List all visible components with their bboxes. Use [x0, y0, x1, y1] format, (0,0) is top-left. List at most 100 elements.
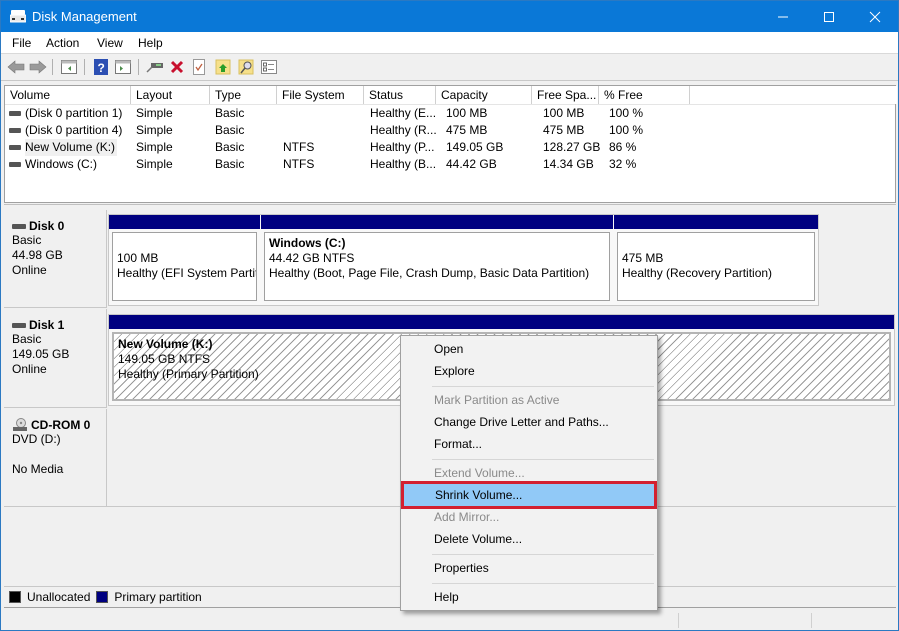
- close-button[interactable]: [852, 1, 898, 32]
- column-header-empty: [690, 86, 897, 104]
- partition-efi[interactable]: 100 MB Healthy (EFI System Partit: [109, 215, 260, 305]
- checklist-icon: [261, 60, 277, 74]
- cell-volume: (Disk 0 partition 1): [25, 106, 123, 120]
- delete-x-icon: [170, 60, 184, 74]
- column-header-percent-free[interactable]: % Free: [599, 86, 690, 104]
- column-header-capacity[interactable]: Capacity: [436, 86, 532, 104]
- partition-recovery[interactable]: 475 MB Healthy (Recovery Partition): [614, 215, 818, 305]
- cell-status: Healthy (R...: [370, 123, 437, 137]
- up-folder-button[interactable]: [213, 58, 233, 76]
- cell-type: Basic: [215, 106, 245, 120]
- menu-separator: [432, 386, 654, 387]
- partition-status: Healthy (EFI System Partit: [117, 266, 257, 280]
- cell-layout: Simple: [136, 140, 173, 154]
- cell-status: Healthy (E...: [370, 106, 437, 120]
- column-header-volume[interactable]: Volume: [5, 86, 131, 104]
- menu-action[interactable]: Action: [46, 36, 79, 50]
- forward-button[interactable]: [28, 58, 48, 76]
- status-bar-separator: [678, 613, 679, 628]
- menu-item-delete-volume[interactable]: Delete Volume...: [403, 528, 655, 550]
- maximize-button[interactable]: [806, 1, 852, 32]
- volume-icon: [9, 128, 21, 133]
- cell-volume: New Volume (K:): [25, 139, 118, 156]
- menu-separator: [432, 583, 654, 584]
- volume-row[interactable]: (Disk 0 partition 4) Simple Basic Health…: [5, 122, 895, 139]
- volume-row[interactable]: Windows (C:) Simple Basic NTFS Healthy (…: [5, 156, 895, 173]
- show-hide-console-tree-button[interactable]: [59, 58, 79, 76]
- column-header-free-space[interactable]: Free Spa...: [532, 86, 599, 104]
- title-bar: Disk Management: [1, 1, 898, 32]
- cdrom-drive: DVD (D:): [12, 432, 61, 446]
- menu-help[interactable]: Help: [138, 36, 163, 50]
- primary-partition-bar: [109, 215, 260, 229]
- primary-partition-bar: [109, 315, 894, 329]
- cell-type: Basic: [215, 157, 245, 171]
- cell-volume: (Disk 0 partition 4): [25, 123, 123, 137]
- toolbar: ?: [1, 54, 898, 81]
- status-bar-separator: [811, 613, 812, 628]
- show-hide-action-pane-button[interactable]: [113, 58, 133, 76]
- cell-capacity: 475 MB: [446, 123, 488, 137]
- menu-item-open[interactable]: Open: [403, 338, 655, 360]
- checklist-button[interactable]: [259, 58, 279, 76]
- disk-connect-icon: [146, 63, 163, 73]
- menu-view[interactable]: View: [97, 36, 123, 50]
- disk-status: Online: [12, 362, 47, 376]
- menu-item-explore[interactable]: Explore: [403, 360, 655, 382]
- properties-button[interactable]: [189, 58, 209, 76]
- context-menu: Open Explore Mark Partition as Active Ch…: [400, 335, 658, 611]
- menu-item-help[interactable]: Help: [403, 586, 655, 608]
- cdrom-0-label[interactable]: CD-ROM 0 DVD (D:) No Media: [4, 409, 107, 507]
- column-header-type[interactable]: Type: [210, 86, 277, 104]
- pane-splitter[interactable]: [4, 204, 896, 209]
- cell-percent-free: 32 %: [609, 157, 637, 171]
- column-header-status[interactable]: Status: [364, 86, 436, 104]
- partition-title: [117, 236, 252, 251]
- menu-item-format[interactable]: Format...: [403, 433, 655, 455]
- menu-item-shrink-volume[interactable]: Shrink Volume...: [401, 481, 657, 509]
- menu-item-change-drive-letter[interactable]: Change Drive Letter and Paths...: [403, 411, 655, 433]
- cell-volume: Windows (C:): [25, 157, 98, 171]
- folder-search-icon: [238, 59, 254, 75]
- disk-type: Basic: [12, 233, 42, 247]
- disk-name: Disk 0: [29, 219, 65, 233]
- menu-item-properties[interactable]: Properties: [403, 557, 655, 579]
- cell-capacity: 149.05 GB: [446, 140, 504, 154]
- cell-capacity: 100 MB: [446, 106, 488, 120]
- disk-management-icon: [9, 9, 27, 23]
- disk-1-label[interactable]: Disk 1 Basic 149.05 GB Online: [4, 309, 107, 408]
- toolbar-separator: [138, 59, 139, 75]
- volume-row-selected[interactable]: New Volume (K:) Simple Basic NTFS Health…: [5, 139, 895, 156]
- menu-file[interactable]: File: [12, 36, 31, 50]
- disk-0-partitions: 100 MB Healthy (EFI System Partit Window…: [108, 214, 819, 306]
- action-pane-icon: [115, 60, 131, 74]
- primary-partition-bar: [261, 215, 613, 229]
- cell-file-system: NTFS: [283, 157, 315, 171]
- disk-status: Online: [12, 263, 47, 277]
- partition-windows-c[interactable]: Windows (C:) 44.42 GB NTFS Healthy (Boot…: [261, 215, 613, 305]
- cell-status: Healthy (B...: [370, 157, 437, 171]
- toolbar-separator: [52, 59, 53, 75]
- disk-icon: [12, 223, 26, 229]
- column-header-layout[interactable]: Layout: [131, 86, 210, 104]
- cell-type: Basic: [215, 140, 245, 154]
- minimize-icon: [778, 16, 788, 17]
- search-folder-button[interactable]: [236, 58, 256, 76]
- back-button[interactable]: [6, 58, 26, 76]
- partition-title: [622, 236, 810, 251]
- column-header-file-system[interactable]: File System: [277, 86, 364, 104]
- volume-row[interactable]: (Disk 0 partition 1) Simple Basic Health…: [5, 105, 895, 122]
- volume-icon: [9, 111, 21, 116]
- minimize-button[interactable]: [760, 1, 806, 32]
- partition-size: 475 MB: [622, 251, 664, 265]
- disk-name: CD-ROM 0: [31, 418, 91, 432]
- menu-item-extend-volume: Extend Volume...: [434, 466, 525, 480]
- disk-size: 44.98 GB: [12, 248, 63, 262]
- primary-partition-bar: [614, 215, 818, 229]
- help-button[interactable]: ?: [91, 58, 111, 76]
- volume-list-header: Volume Layout Type File System Status Ca…: [5, 86, 897, 105]
- help-icon: ?: [94, 59, 108, 75]
- connect-virtual-disk-button[interactable]: [145, 58, 165, 76]
- delete-button[interactable]: [167, 58, 187, 76]
- disk-0-label[interactable]: Disk 0 Basic 44.98 GB Online: [4, 210, 107, 308]
